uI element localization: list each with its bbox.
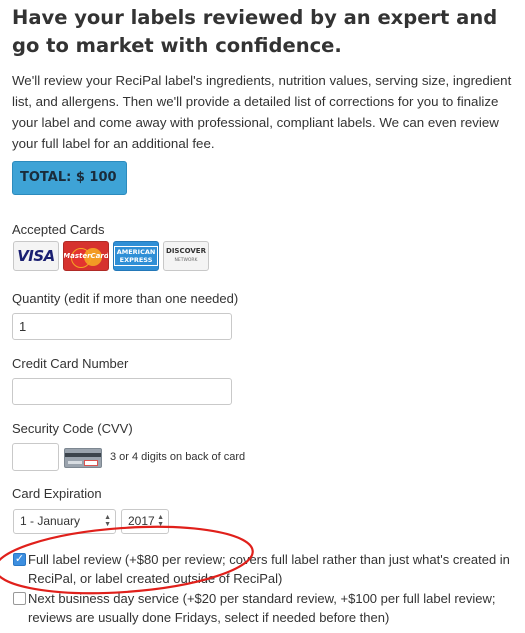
- accepted-cards-label: Accepted Cards: [12, 222, 105, 237]
- expiration-year-select[interactable]: 2017 ▲ ▼: [121, 509, 169, 534]
- full-label-review-text: Full label review (+$80 per review; cove…: [28, 552, 510, 586]
- next-day-service-text: Next business day service (+$20 per stan…: [28, 591, 496, 625]
- intro-text: We'll review your ReciPal label's ingred…: [12, 73, 512, 151]
- credit-card-label: Credit Card Number: [12, 356, 129, 371]
- quantity-input[interactable]: 1: [12, 313, 232, 340]
- next-day-service-checkbox[interactable]: [13, 592, 26, 605]
- discover-icon: DISCOVER NETWORK: [163, 241, 209, 271]
- cvv-hint: 3 or 4 digits on back of card: [110, 451, 246, 463]
- card-back-icon: [64, 448, 102, 468]
- visa-icon: VISA: [13, 241, 59, 271]
- next-day-service-option[interactable]: Next business day service (+$20 per stan…: [12, 589, 517, 627]
- full-label-review-option[interactable]: ✓ Full label review (+$80 per review; co…: [12, 550, 517, 588]
- page-title: Have your labels reviewed by an expert a…: [12, 6, 498, 57]
- quantity-label: Quantity (edit if more than one needed): [12, 291, 239, 306]
- full-label-review-checkbox[interactable]: ✓: [13, 553, 26, 566]
- security-code-label: Security Code (CVV): [12, 421, 133, 436]
- mastercard-icon: MasterCard: [63, 241, 109, 271]
- amex-icon: AMERICAN EXPRESS: [113, 241, 159, 271]
- accepted-cards: VISA MasterCard AMERICAN EXPRESS DISCOVE…: [13, 241, 209, 271]
- card-expiration-label: Card Expiration: [12, 486, 102, 501]
- select-arrows-icon: ▲ ▼: [157, 514, 164, 528]
- expiration-month-select[interactable]: 1 - January ▲ ▼: [13, 509, 116, 534]
- credit-card-input[interactable]: [12, 378, 232, 405]
- total-button[interactable]: TOTAL: $ 100: [12, 161, 127, 195]
- select-arrows-icon: ▲ ▼: [104, 514, 111, 528]
- security-code-input[interactable]: [12, 443, 59, 471]
